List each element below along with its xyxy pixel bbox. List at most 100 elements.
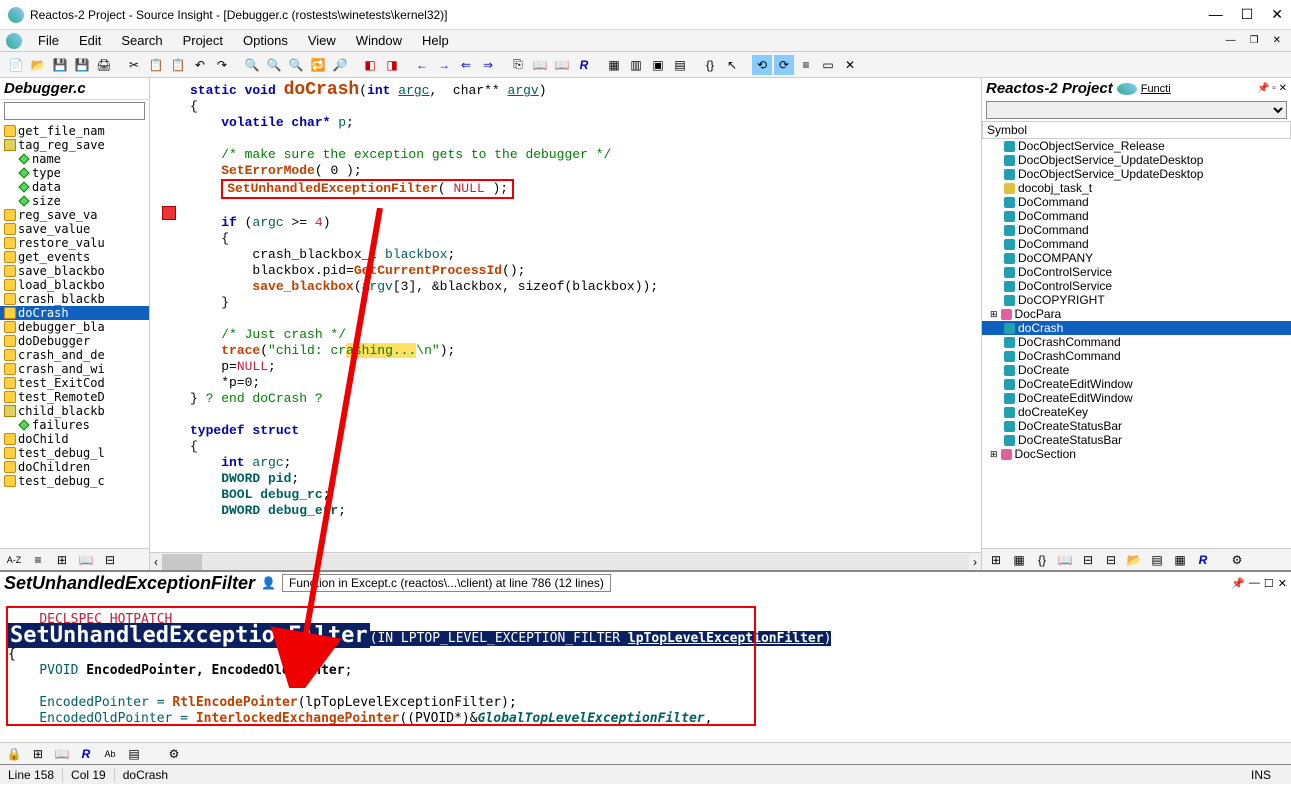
- project-col-header[interactable]: Symbol: [982, 121, 1291, 139]
- sync-icon[interactable]: ⟲: [752, 55, 772, 75]
- replace-icon[interactable]: 🔁: [308, 55, 328, 75]
- project-symbol-item[interactable]: DoCrashCommand: [982, 349, 1291, 363]
- project-symbol-item[interactable]: DoCOMPANY: [982, 251, 1291, 265]
- ctb-icon-5[interactable]: ▤: [124, 744, 144, 764]
- symbol-item[interactable]: tag_reg_save: [0, 138, 149, 152]
- symbol-item[interactable]: reg_save_va: [0, 208, 149, 222]
- cascade-icon[interactable]: ▣: [648, 55, 668, 75]
- toolbar-close-icon[interactable]: ✕: [840, 55, 860, 75]
- bookmark-next-icon[interactable]: ◨: [382, 55, 402, 75]
- symbol-item[interactable]: crash_and_wi: [0, 362, 149, 376]
- rtb-icon-7[interactable]: 📂: [1124, 550, 1144, 570]
- context-icon[interactable]: ▭: [818, 55, 838, 75]
- project-symbol-item[interactable]: doCrash: [982, 321, 1291, 335]
- menu-help[interactable]: Help: [412, 31, 459, 50]
- symbol-item[interactable]: crash_blackb: [0, 292, 149, 306]
- expand-icon[interactable]: ⊞: [990, 449, 998, 460]
- project-symbol-item[interactable]: DoCommand: [982, 223, 1291, 237]
- project-symbol-item[interactable]: DoCreate: [982, 363, 1291, 377]
- close-button[interactable]: ✕: [1271, 6, 1283, 23]
- relation-icon[interactable]: 📖: [552, 55, 572, 75]
- project-symbol-item[interactable]: DoCOPYRIGHT: [982, 293, 1291, 307]
- project-symbol-item[interactable]: docobj_task_t: [982, 181, 1291, 195]
- func-link[interactable]: Functi: [1141, 83, 1171, 95]
- nav-up-icon[interactable]: ⇐: [456, 55, 476, 75]
- menu-window[interactable]: Window: [346, 31, 412, 50]
- symbol-item[interactable]: test_debug_c: [0, 474, 149, 488]
- ctb-refresh-icon[interactable]: R: [76, 744, 96, 764]
- project-symbol-item[interactable]: DoCreateEditWindow: [982, 391, 1291, 405]
- rtb-icon-5[interactable]: ⊟: [1078, 550, 1098, 570]
- copy-icon[interactable]: 📋: [146, 55, 166, 75]
- open-file-icon[interactable]: 📂: [28, 55, 48, 75]
- symbol-tree[interactable]: get_file_namtag_reg_savenametypedatasize…: [0, 122, 149, 548]
- sort-type-icon[interactable]: ≡: [28, 550, 48, 570]
- project-symbol-item[interactable]: DocObjectService_UpdateDesktop: [982, 153, 1291, 167]
- tile-h-icon[interactable]: ▦: [604, 55, 624, 75]
- rtb-icon-1[interactable]: ⊞: [986, 550, 1006, 570]
- rtb-icon-6[interactable]: ⊟: [1101, 550, 1121, 570]
- symbol-window-icon[interactable]: {}: [700, 55, 720, 75]
- bookmark-icon[interactable]: ◧: [360, 55, 380, 75]
- symbol-item[interactable]: doChildren: [0, 460, 149, 474]
- maximize-button[interactable]: ☐: [1241, 6, 1254, 23]
- print-icon[interactable]: 🖨: [94, 55, 114, 75]
- symbol-item[interactable]: data: [0, 180, 149, 194]
- project-symbol-item[interactable]: DocObjectService_UpdateDesktop: [982, 167, 1291, 181]
- group-icon[interactable]: ⊞: [52, 550, 72, 570]
- find-files-icon[interactable]: 🔎: [330, 55, 350, 75]
- symbol-item[interactable]: restore_valu: [0, 236, 149, 250]
- ctb-text-icon[interactable]: Ab: [100, 744, 120, 764]
- menu-file[interactable]: File: [28, 31, 69, 50]
- minimize-button[interactable]: —: [1209, 6, 1223, 23]
- context-pin-icon[interactable]: 📌: [1231, 577, 1245, 590]
- sync2-icon[interactable]: ⟳: [774, 55, 794, 75]
- project-symbol-item[interactable]: DoControlService: [982, 265, 1291, 279]
- project-symbol-item[interactable]: DoCommand: [982, 195, 1291, 209]
- symbol-item[interactable]: save_value: [0, 222, 149, 236]
- menubar-app-icon[interactable]: [6, 33, 22, 49]
- find-prev-icon[interactable]: 🔍: [286, 55, 306, 75]
- symbol-item[interactable]: load_blackbo: [0, 278, 149, 292]
- editor-content[interactable]: static void doCrash(int argc, char** arg…: [150, 78, 981, 523]
- symbol-item[interactable]: get_file_nam: [0, 124, 149, 138]
- symbol-item[interactable]: failures: [0, 418, 149, 432]
- mdi-close-icon[interactable]: ✕: [1269, 35, 1285, 46]
- cursor-icon[interactable]: ↖: [722, 55, 742, 75]
- symbol-item[interactable]: test_ExitCod: [0, 376, 149, 390]
- save-icon[interactable]: 💾: [50, 55, 70, 75]
- project-symbol-item[interactable]: DoCreateEditWindow: [982, 377, 1291, 391]
- mdi-minimize-icon[interactable]: —: [1222, 35, 1240, 46]
- code-editor[interactable]: static void doCrash(int argc, char** arg…: [150, 78, 981, 570]
- nav-forward-icon[interactable]: →: [434, 55, 454, 75]
- scroll-left-icon[interactable]: ‹: [150, 555, 162, 569]
- project-symbol-item[interactable]: DoCreateStatusBar: [982, 419, 1291, 433]
- symbol-item[interactable]: test_debug_l: [0, 446, 149, 460]
- sort-az-icon[interactable]: A-Z: [4, 550, 24, 570]
- symbol-item[interactable]: name: [0, 152, 149, 166]
- hscroll-thumb[interactable]: [162, 554, 202, 570]
- project-symbol-item[interactable]: DoControlService: [982, 279, 1291, 293]
- symbol-item[interactable]: get_events: [0, 250, 149, 264]
- project-symbol-item[interactable]: DoCommand: [982, 209, 1291, 223]
- menu-project[interactable]: Project: [173, 31, 233, 50]
- menu-options[interactable]: Options: [233, 31, 298, 50]
- window-list-icon[interactable]: ▤: [670, 55, 690, 75]
- symbol-item[interactable]: crash_and_de: [0, 348, 149, 362]
- menu-view[interactable]: View: [298, 31, 346, 50]
- rtb-icon-9[interactable]: ▦: [1170, 550, 1190, 570]
- save-all-icon[interactable]: 💾: [72, 55, 92, 75]
- symbol-filter-input[interactable]: [4, 102, 145, 120]
- ctb-book-icon[interactable]: 📖: [52, 744, 72, 764]
- ctb-lock-icon[interactable]: 🔒: [4, 744, 24, 764]
- symbol-item[interactable]: doCrash: [0, 306, 149, 320]
- tree-icon[interactable]: ⊟: [100, 550, 120, 570]
- menu-search[interactable]: Search: [111, 31, 172, 50]
- scroll-right-icon[interactable]: ›: [969, 555, 981, 569]
- book-icon[interactable]: 📖: [76, 550, 96, 570]
- project-symbol-item[interactable]: DoCrashCommand: [982, 335, 1291, 349]
- context-maximize-icon[interactable]: ☐: [1264, 577, 1274, 590]
- project-symbol-tree[interactable]: Symbol DocObjectService_ReleaseDocObject…: [982, 121, 1291, 548]
- project-symbol-item[interactable]: DoCreateStatusBar: [982, 433, 1291, 447]
- panel-pin-icon[interactable]: 📌 ▫ ✕: [1257, 83, 1287, 94]
